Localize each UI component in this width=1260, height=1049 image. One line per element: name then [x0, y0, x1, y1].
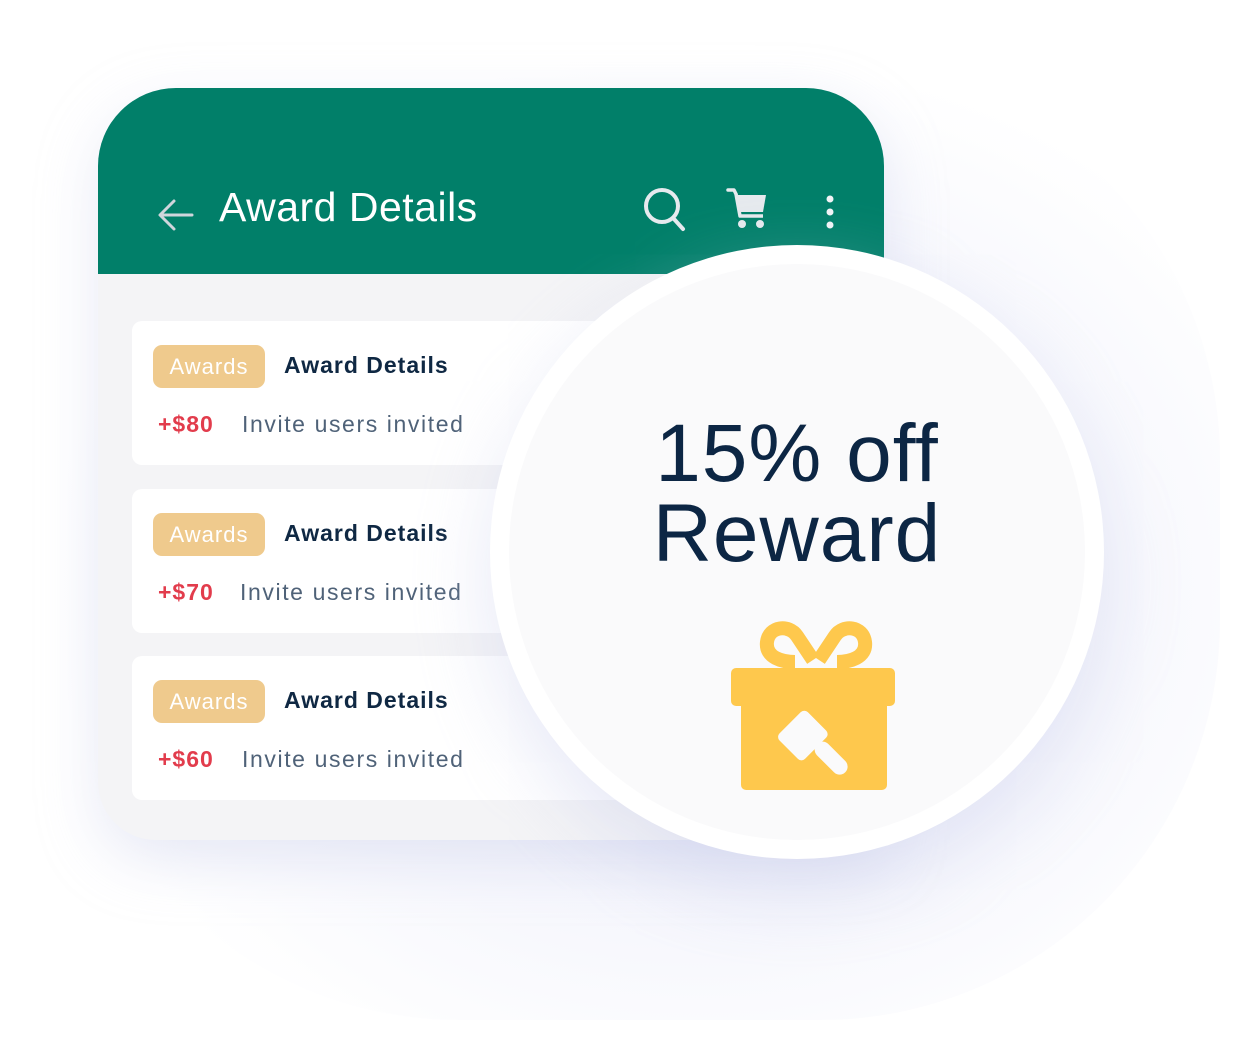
award-description: Invite users invited — [242, 411, 465, 437]
promo-discount: 15% off — [655, 408, 939, 499]
search-button[interactable] — [640, 184, 692, 236]
award-description: Invite users invited — [242, 746, 465, 772]
promo-badge: 15% off Reward — [490, 245, 1104, 859]
award-amount: +$70 — [158, 579, 214, 605]
awards-badge: Awards — [153, 680, 265, 723]
more-options-button[interactable] — [812, 188, 848, 236]
award-amount: +$60 — [158, 746, 214, 772]
award-title: Award Details — [284, 520, 449, 546]
more-vertical-icon — [826, 195, 834, 229]
award-description: Invite users invited — [240, 579, 463, 605]
awards-badge: Awards — [153, 513, 265, 556]
award-amount: +$80 — [158, 411, 214, 437]
awards-badge: Awards — [153, 345, 265, 388]
award-title: Award Details — [284, 687, 449, 713]
gift-icon — [731, 621, 895, 790]
promo-text: 15% off Reward — [509, 408, 1085, 579]
page-title: Award Details — [219, 184, 478, 230]
arrow-left-icon — [158, 199, 194, 231]
award-title: Award Details — [284, 352, 449, 378]
promo-badge-inner: 15% off Reward — [509, 264, 1085, 840]
search-icon — [644, 188, 685, 231]
back-button[interactable] — [156, 198, 196, 232]
cart-button[interactable] — [723, 184, 773, 234]
promo-label: Reward — [652, 488, 942, 579]
cart-icon — [726, 188, 766, 228]
